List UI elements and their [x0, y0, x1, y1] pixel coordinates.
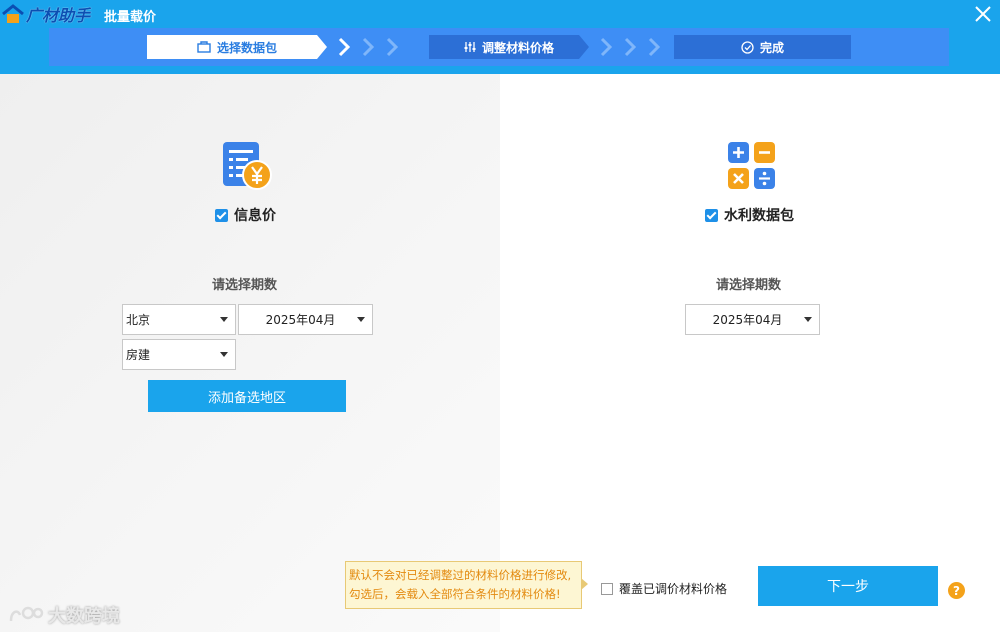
- house-logo-icon: [2, 4, 24, 23]
- package-icon: [197, 41, 211, 53]
- caret-down-icon: [220, 352, 228, 357]
- caret-down-icon: [804, 317, 812, 322]
- checkbox-checked[interactable]: [705, 208, 718, 222]
- chevron-right-icon: [338, 37, 351, 57]
- chevron-right-icon: [648, 37, 661, 57]
- category-select[interactable]: 房建: [122, 339, 236, 370]
- step-label: 调整材料价格: [481, 40, 554, 55]
- watermark-logo-icon: [9, 606, 44, 622]
- close-icon[interactable]: [972, 3, 994, 25]
- select-value: 北京: [126, 313, 151, 327]
- step-select-package: 选择数据包: [147, 35, 327, 59]
- check-circle-icon: [741, 40, 754, 54]
- period-label: 请选择期数: [716, 278, 782, 293]
- water-period-select[interactable]: 2025年04月: [685, 304, 820, 335]
- step-progress-bar: 选择数据包 调整材料价格 完成: [49, 28, 949, 66]
- chevron-right-icon: [624, 37, 637, 57]
- caret-down-icon: [220, 317, 228, 322]
- period-label: 请选择期数: [212, 278, 278, 293]
- sliders-icon: [464, 42, 476, 52]
- caret-down-icon: [357, 317, 365, 322]
- window-title: 批量载价: [104, 10, 157, 25]
- checkbox-label: 信息价: [234, 208, 276, 224]
- add-region-button[interactable]: 添加备选地区: [148, 380, 346, 412]
- checkbox-unchecked[interactable]: [601, 582, 613, 595]
- title-bar: 广材助手 批量载价 选择数据包 调整材料价格 完成: [0, 0, 1000, 74]
- app-logo: 广材助手: [2, 3, 90, 25]
- help-icon[interactable]: ?: [948, 582, 965, 599]
- period-select[interactable]: 2025年04月: [238, 304, 373, 335]
- water-package-checkbox[interactable]: 水利数据包: [705, 205, 794, 225]
- select-value: 房建: [126, 348, 151, 362]
- tooltip-line: 默认不会对已经调整过的材料价格进行修改,: [349, 568, 572, 582]
- select-value: 2025年04月: [712, 313, 783, 327]
- calculator-icon: [728, 142, 775, 189]
- brand-name: 广材助手: [26, 6, 91, 25]
- watermark: 大数跨境: [8, 602, 120, 628]
- overwrite-tooltip: 默认不会对已经调整过的材料价格进行修改, 勾选后，会载入全部符合条件的材料价格!: [345, 561, 588, 609]
- chevron-right-icon: [386, 37, 399, 57]
- step-label: 选择数据包: [216, 40, 277, 55]
- checkbox-label: 覆盖已调价材料价格: [619, 582, 728, 596]
- region-select[interactable]: 北京: [122, 304, 236, 335]
- chevron-right-icon: [362, 37, 375, 57]
- step-adjust-prices: 调整材料价格: [429, 35, 589, 59]
- checkbox-label: 水利数据包: [724, 208, 794, 224]
- select-value: 2025年04月: [265, 313, 336, 327]
- watermark-text: 大数跨境: [48, 606, 120, 627]
- tooltip-line: 勾选后，会载入全部符合条件的材料价格!: [349, 587, 561, 601]
- step-complete: 完成: [674, 35, 851, 59]
- next-step-button[interactable]: 下一步: [758, 566, 938, 606]
- chevron-right-icon: [600, 37, 613, 57]
- checkbox-checked[interactable]: [215, 208, 228, 222]
- info-price-checkbox[interactable]: 信息价: [215, 205, 276, 225]
- step-label: 完成: [759, 40, 784, 55]
- overwrite-checkbox[interactable]: 覆盖已调价材料价格: [601, 580, 727, 597]
- price-document-icon: [223, 142, 272, 190]
